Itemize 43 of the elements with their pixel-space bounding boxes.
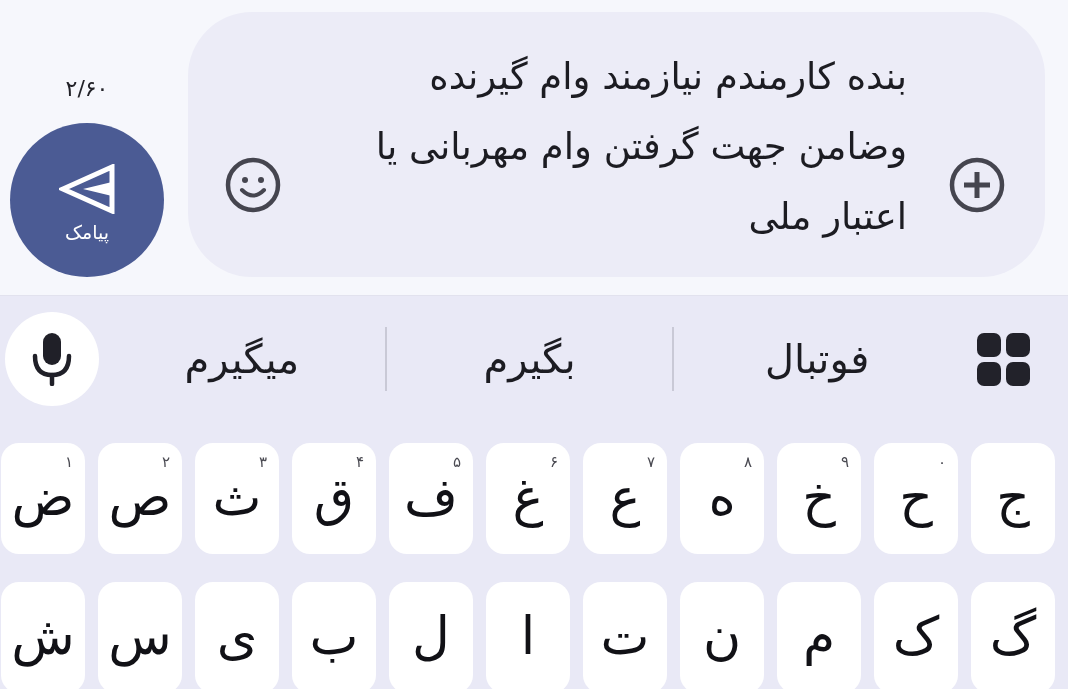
- send-button[interactable]: پیامک: [10, 123, 164, 277]
- message-field[interactable]: بنده کارمندم نیازمند وام گیرنده وضامن جهت گرفتن وام مهربانی یا اعتبار ملی: [327, 42, 907, 252]
- keyboard-key[interactable]: ی: [195, 582, 279, 689]
- keyboard-key[interactable]: ض ۱: [1, 443, 85, 554]
- smiley-icon[interactable]: [225, 157, 281, 213]
- keyboard-key[interactable]: ث ۳: [195, 443, 279, 554]
- keyboard-key[interactable]: ب: [292, 582, 376, 689]
- keyboard-key[interactable]: ش: [1, 582, 85, 689]
- word-suggestion[interactable]: فوتبال: [765, 331, 870, 387]
- keyboard-key[interactable]: س: [98, 582, 182, 689]
- keyboard-key[interactable]: ت: [583, 582, 667, 689]
- key-number-hint: ۸: [743, 453, 752, 471]
- key-number-hint: ۱: [64, 453, 73, 471]
- keyboard-key[interactable]: ک: [874, 582, 958, 689]
- key-number-hint: ۹: [840, 453, 849, 471]
- keyboard-key[interactable]: ف ۵: [389, 443, 473, 554]
- key-number-hint: ۳: [258, 453, 267, 471]
- word-suggestion[interactable]: میگیرم: [184, 331, 300, 387]
- key-number-hint: ۷: [646, 453, 655, 471]
- key-number-hint: ۴: [355, 453, 364, 471]
- character-counter: ۲/۶۰: [65, 76, 109, 102]
- keyboard-key[interactable]: ن: [680, 582, 764, 689]
- key-number-hint: ۶: [549, 453, 558, 471]
- keyboard-key[interactable]: ل: [389, 582, 473, 689]
- keyboard-key[interactable]: ق ۴: [292, 443, 376, 554]
- keyboard-key[interactable]: م: [777, 582, 861, 689]
- keyboard-key[interactable]: ع ۷: [583, 443, 667, 554]
- keyboard-key[interactable]: ص ۲: [98, 443, 182, 554]
- key-number-hint: ۰: [937, 453, 946, 471]
- word-suggestion[interactable]: بگیرم: [483, 331, 576, 387]
- add-icon[interactable]: [949, 157, 1005, 213]
- keyboard-key[interactable]: ه ۸: [680, 443, 764, 554]
- microphone-icon: [32, 332, 72, 386]
- keyboard-key[interactable]: خ ۹: [777, 443, 861, 554]
- keyboard-key[interactable]: ح ۰: [874, 443, 958, 554]
- key-number-hint: ۲: [161, 453, 170, 471]
- key-number-hint: ۵: [452, 453, 461, 471]
- keyboard-key[interactable]: غ ۶: [486, 443, 570, 554]
- keyboard-key[interactable]: ج: [971, 443, 1055, 554]
- send-icon: [59, 164, 115, 214]
- grid-icon[interactable]: [977, 332, 1030, 386]
- keyboard-key[interactable]: گ: [971, 582, 1055, 689]
- keyboard-key[interactable]: ا: [486, 582, 570, 689]
